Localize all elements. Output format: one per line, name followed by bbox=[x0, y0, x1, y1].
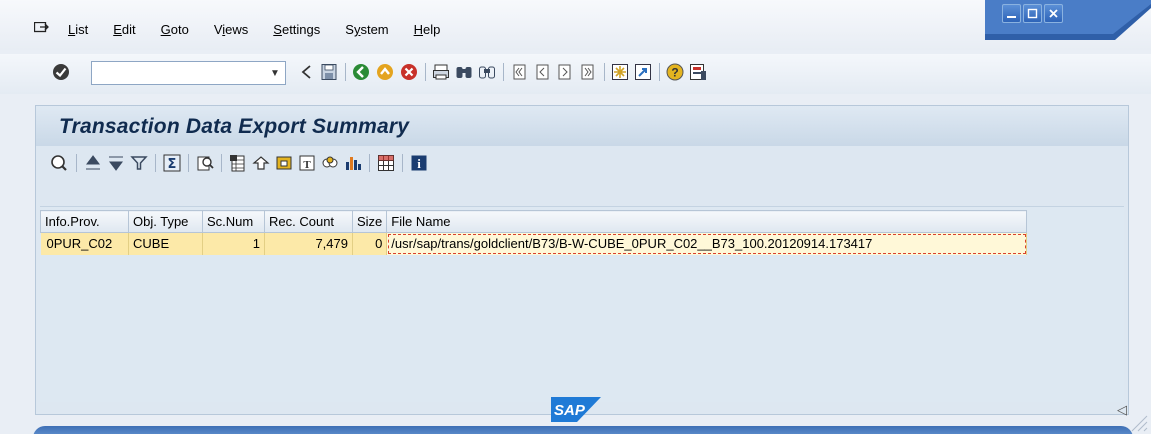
command-dropdown-icon[interactable]: ▼ bbox=[267, 65, 283, 81]
menu-goto[interactable]: Goto bbox=[161, 22, 189, 37]
close-button[interactable] bbox=[1044, 4, 1063, 23]
status-bar bbox=[33, 426, 1133, 434]
grid-area: Info.Prov. Obj. Type Sc.Num Rec. Count S… bbox=[40, 206, 1124, 402]
column-header-rec-count[interactable]: Rec. Count bbox=[264, 210, 353, 233]
menu-views[interactable]: Views bbox=[214, 22, 248, 37]
cell-info-prov[interactable]: 0PUR_C02 bbox=[40, 232, 129, 255]
customize-layout-icon[interactable] bbox=[689, 63, 707, 81]
back-arrow-small-icon[interactable] bbox=[298, 63, 316, 81]
cell-rec-count[interactable]: 7,479 bbox=[264, 232, 353, 255]
menu-edit[interactable]: Edit bbox=[113, 22, 135, 37]
command-input[interactable] bbox=[92, 62, 252, 84]
window-buttons bbox=[1002, 4, 1063, 23]
find-icon[interactable] bbox=[455, 63, 473, 81]
last-page-icon[interactable] bbox=[579, 63, 597, 81]
sap-logo: SAP bbox=[551, 397, 601, 422]
table-header-row: Info.Prov. Obj. Type Sc.Num Rec. Count S… bbox=[40, 210, 1028, 233]
menu-help[interactable]: Help bbox=[414, 22, 441, 37]
main-panel: Transaction Data Export Summary Σ T i In… bbox=[35, 105, 1129, 415]
column-header-sc-num[interactable]: Sc.Num bbox=[202, 210, 265, 233]
save-icon[interactable] bbox=[320, 63, 338, 81]
column-header-info-prov[interactable]: Info.Prov. bbox=[40, 210, 129, 233]
help-icon[interactable]: ? bbox=[666, 63, 684, 81]
graphic-chart-icon[interactable] bbox=[344, 154, 362, 172]
print-preview-icon[interactable] bbox=[196, 154, 214, 172]
enter-check-icon[interactable] bbox=[52, 63, 70, 81]
cell-obj-type[interactable]: CUBE bbox=[128, 232, 203, 255]
information-icon[interactable]: i bbox=[410, 154, 428, 172]
minimize-icon bbox=[1007, 16, 1016, 18]
details-icon[interactable] bbox=[50, 154, 68, 172]
menu-items: List Edit Goto Views Settings System Hel… bbox=[68, 22, 465, 37]
next-page-icon[interactable] bbox=[556, 63, 574, 81]
command-field[interactable]: ▼ bbox=[91, 61, 286, 85]
menu-toggle-icon[interactable] bbox=[34, 22, 49, 34]
menu-settings[interactable]: Settings bbox=[273, 22, 320, 37]
first-page-icon[interactable] bbox=[510, 63, 528, 81]
print-icon[interactable] bbox=[432, 63, 450, 81]
export-summary-table: Info.Prov. Obj. Type Sc.Num Rec. Count S… bbox=[40, 210, 1028, 255]
maximize-button[interactable] bbox=[1023, 4, 1042, 23]
column-header-obj-type[interactable]: Obj. Type bbox=[128, 210, 203, 233]
find-next-icon[interactable] bbox=[478, 63, 496, 81]
change-layout-icon[interactable] bbox=[377, 154, 395, 172]
application-toolbar: Σ T i bbox=[36, 152, 1128, 176]
menu-system[interactable]: System bbox=[345, 22, 388, 37]
create-session-icon[interactable] bbox=[611, 63, 629, 81]
export-spreadsheet-icon[interactable] bbox=[229, 154, 247, 172]
cell-file-name[interactable]: /usr/sap/trans/goldclient/B73/B-W-CUBE_0… bbox=[386, 232, 1028, 255]
cell-sc-num[interactable]: 1 bbox=[202, 232, 265, 255]
previous-page-icon[interactable] bbox=[533, 63, 551, 81]
minimize-button[interactable] bbox=[1002, 4, 1021, 23]
svg-text:Σ: Σ bbox=[168, 157, 177, 172]
shortcut-icon[interactable] bbox=[634, 63, 652, 81]
cell-size[interactable]: 0 bbox=[352, 232, 388, 255]
svg-text:T: T bbox=[303, 159, 311, 171]
maximize-icon bbox=[1027, 8, 1038, 19]
menu-bar: List Edit Goto Views Settings System Hel… bbox=[0, 0, 1151, 50]
menu-list[interactable]: List bbox=[68, 22, 88, 37]
back-green-icon[interactable] bbox=[352, 63, 370, 81]
abc-analysis-icon[interactable] bbox=[321, 154, 339, 172]
standard-toolbar: ▼ ? bbox=[0, 54, 1151, 94]
cancel-red-icon[interactable] bbox=[400, 63, 418, 81]
mail-recipient-icon[interactable] bbox=[252, 154, 270, 172]
sort-ascending-icon[interactable] bbox=[84, 154, 102, 172]
sum-icon[interactable]: Σ bbox=[163, 154, 181, 172]
close-icon bbox=[1049, 9, 1058, 18]
column-header-file-name[interactable]: File Name bbox=[386, 210, 1028, 233]
exit-yellow-icon[interactable] bbox=[376, 63, 394, 81]
sap-logo-text: SAP bbox=[554, 402, 586, 419]
table-row[interactable]: 0PUR_C02 CUBE 1 7,479 0 /usr/sap/trans/g… bbox=[40, 232, 1028, 255]
local-file-icon[interactable] bbox=[275, 154, 293, 172]
column-header-size[interactable]: Size bbox=[351, 210, 388, 233]
sort-descending-icon[interactable] bbox=[107, 154, 125, 172]
svg-text:i: i bbox=[417, 156, 421, 171]
filter-icon[interactable] bbox=[130, 154, 148, 172]
svg-text:?: ? bbox=[671, 66, 678, 80]
page-title: Transaction Data Export Summary bbox=[59, 115, 410, 138]
word-processing-icon[interactable]: T bbox=[298, 154, 316, 172]
title-bar: Transaction Data Export Summary bbox=[36, 106, 1128, 146]
